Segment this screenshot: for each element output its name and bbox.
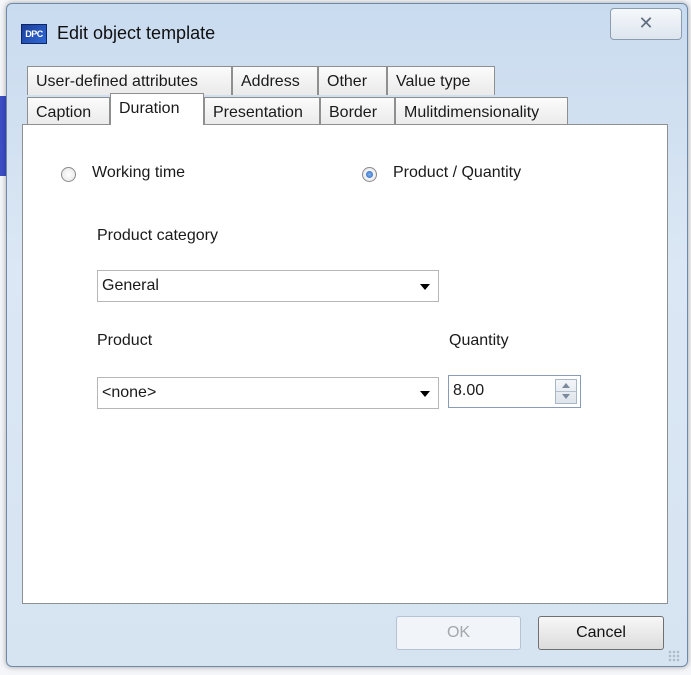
cancel-button[interactable]: Cancel: [538, 616, 664, 650]
ok-button[interactable]: OK: [396, 616, 521, 650]
tab-presentation[interactable]: Presentation: [204, 97, 320, 126]
spin-down-icon[interactable]: [562, 394, 570, 399]
quantity-label: Quantity: [449, 332, 509, 349]
product-quantity-label[interactable]: Product / Quantity: [393, 164, 521, 182]
tab-mulitdimensionality[interactable]: Mulitdimensionality: [395, 97, 568, 126]
product-value: <none>: [102, 384, 157, 401]
product-quantity-radio[interactable]: [362, 167, 377, 182]
spin-divider: [556, 391, 576, 392]
close-button[interactable]: ✕: [610, 8, 682, 40]
tab-user-defined-attributes[interactable]: User-defined attributes: [27, 66, 232, 95]
tab-value-type[interactable]: Value type: [387, 66, 495, 95]
resize-grip-icon[interactable]: [668, 650, 680, 662]
tab-other[interactable]: Other: [318, 66, 387, 95]
chevron-down-icon: [420, 284, 430, 290]
close-icon: ✕: [638, 13, 654, 33]
tab-border[interactable]: Border: [320, 97, 395, 126]
tab-address[interactable]: Address: [232, 66, 318, 95]
product-label: Product: [97, 332, 153, 349]
chevron-down-icon: [420, 391, 430, 397]
product-dropdown[interactable]: <none>: [97, 377, 439, 409]
tab-duration[interactable]: Duration: [110, 93, 204, 125]
duration-tab-panel: [22, 124, 668, 604]
app-logo-icon: DPC: [21, 24, 47, 44]
quantity-stepper[interactable]: 8.00: [448, 375, 581, 408]
working-time-label[interactable]: Working time: [92, 164, 185, 182]
product-category-value: General: [102, 277, 159, 294]
spin-up-icon[interactable]: [562, 383, 570, 388]
quantity-value: 8.00: [453, 382, 485, 399]
working-time-radio[interactable]: [61, 167, 76, 182]
product-category-label: Product category: [97, 227, 218, 244]
tab-caption[interactable]: Caption: [27, 97, 110, 126]
dialog-title: Edit object template: [57, 23, 216, 43]
quantity-spin-buttons[interactable]: [555, 379, 577, 404]
product-category-dropdown[interactable]: General: [97, 270, 439, 302]
